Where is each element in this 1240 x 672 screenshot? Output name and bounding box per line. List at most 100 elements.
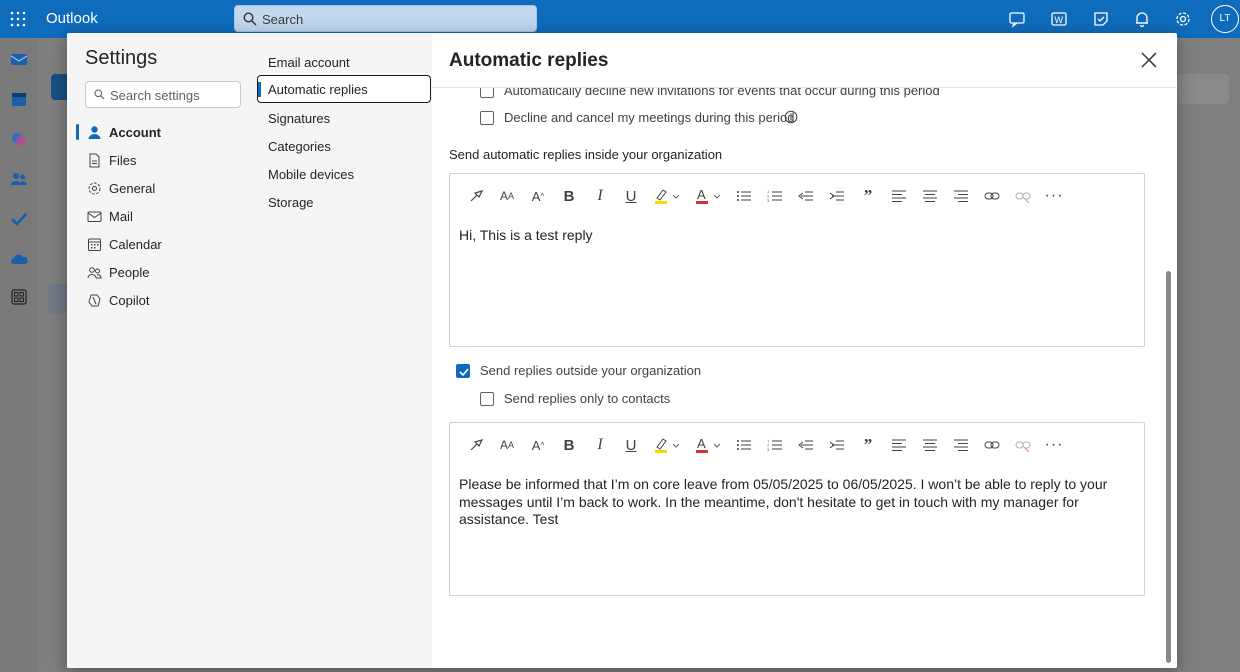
decrease-indent-icon[interactable] — [796, 186, 816, 206]
checkmark-icon — [459, 368, 469, 377]
font-color-icon[interactable]: A — [693, 435, 723, 455]
outside-org-checkbox[interactable] — [456, 364, 470, 378]
category-label: Files — [109, 153, 137, 168]
decrease-indent-icon[interactable] — [796, 435, 816, 455]
highlight-icon[interactable] — [652, 186, 682, 206]
gear-icon[interactable] — [1174, 10, 1192, 28]
outside-org-reply-editor[interactable]: AA A ^ B I U A 123 ” ··· Please be infor… — [449, 422, 1145, 596]
underline-icon[interactable]: U — [621, 435, 641, 455]
category-calendar[interactable]: Calendar — [85, 233, 245, 257]
close-icon[interactable] — [1140, 51, 1158, 69]
outside-org-message[interactable]: Please be informed that I’m on core leav… — [459, 476, 1129, 529]
my-day-icon[interactable] — [1092, 10, 1110, 28]
pane-scroll-area[interactable]: Automatically decline new invitations fo… — [432, 88, 1167, 668]
font-size-icon[interactable]: AA — [497, 186, 517, 206]
avatar[interactable]: LT — [1211, 5, 1239, 33]
bullets-icon[interactable] — [734, 186, 754, 206]
calendar-app-icon[interactable] — [10, 90, 28, 108]
more-apps-icon[interactable] — [10, 288, 28, 306]
meet-now-icon[interactable] — [1008, 10, 1026, 28]
category-general[interactable]: General — [85, 177, 245, 201]
category-people[interactable]: People — [85, 261, 245, 285]
category-account[interactable]: Account — [76, 121, 245, 145]
category-mail[interactable]: Mail — [85, 205, 245, 229]
bell-icon[interactable] — [1133, 10, 1151, 28]
background-folder — [48, 284, 68, 314]
link-icon[interactable] — [982, 186, 1002, 206]
highlight-icon[interactable] — [652, 435, 682, 455]
align-right-icon[interactable] — [951, 435, 971, 455]
mail-icon — [87, 211, 102, 222]
align-left-icon[interactable] — [889, 186, 909, 206]
align-right-icon[interactable] — [951, 186, 971, 206]
mail-app-icon[interactable] — [10, 50, 28, 68]
pane-scrollbar[interactable] — [1166, 271, 1171, 663]
format-painter-icon[interactable] — [466, 186, 486, 206]
quote-icon[interactable]: ” — [858, 186, 878, 206]
inside-org-message[interactable]: Hi, This is a test reply — [459, 227, 1129, 245]
unlink-icon[interactable] — [1013, 186, 1033, 206]
decline-cancel-checkbox[interactable] — [480, 111, 494, 125]
inside-org-label: Send automatic replies inside your organ… — [449, 147, 723, 162]
category-label: People — [109, 265, 150, 280]
contacts-only-checkbox[interactable] — [480, 392, 494, 406]
align-center-icon[interactable] — [920, 435, 940, 455]
increase-indent-icon[interactable] — [827, 186, 847, 206]
app-launcher-icon[interactable] — [10, 11, 26, 27]
align-left-icon[interactable] — [889, 435, 909, 455]
underline-icon[interactable]: U — [621, 186, 641, 206]
settings-title: Settings — [85, 47, 158, 69]
bullets-icon[interactable] — [734, 435, 754, 455]
svg-text:3: 3 — [767, 447, 770, 452]
search-placeholder: Search — [262, 12, 304, 27]
outside-org-checkbox-row[interactable]: Send replies outside your organization — [456, 363, 756, 383]
italic-icon[interactable]: I — [590, 435, 610, 455]
contacts-only-label: Send replies only to contacts — [504, 391, 671, 406]
align-center-icon[interactable] — [920, 186, 940, 206]
app-name[interactable]: Outlook — [46, 10, 98, 27]
increase-indent-icon[interactable] — [827, 435, 847, 455]
bold-icon[interactable]: B — [559, 186, 579, 206]
more-options-icon[interactable]: ··· — [1044, 186, 1064, 206]
subcategory-categories[interactable]: Categories — [257, 132, 432, 160]
category-copilot[interactable]: Copilot — [85, 289, 245, 313]
global-search-input[interactable]: Search — [234, 5, 537, 32]
subcategory-signatures[interactable]: Signatures — [257, 104, 432, 132]
subcategory-email-account[interactable]: Email account — [257, 48, 432, 76]
todo-app-icon[interactable] — [10, 210, 28, 228]
people-icon — [87, 267, 102, 279]
decline-cancel-checkbox-row[interactable]: Decline and cancel my meetings during th… — [480, 110, 880, 130]
unlink-icon[interactable] — [1013, 435, 1033, 455]
numbering-icon[interactable]: 123 — [765, 435, 785, 455]
decline-invitations-label: Automatically decline new invitations fo… — [504, 88, 940, 98]
people-app-icon[interactable] — [10, 170, 28, 188]
onedrive-app-icon[interactable] — [10, 250, 28, 268]
italic-icon[interactable]: I — [590, 186, 610, 206]
category-files[interactable]: Files — [85, 149, 245, 173]
copilot-app-icon[interactable] — [10, 130, 28, 148]
subcategory-storage[interactable]: Storage — [257, 188, 432, 216]
subcategory-mobile-devices[interactable]: Mobile devices — [257, 160, 432, 188]
info-icon[interactable] — [784, 110, 798, 124]
automatic-replies-pane: Automatic replies Automatically decline … — [432, 33, 1177, 668]
calendar-icon — [88, 238, 101, 251]
bold-icon[interactable]: B — [559, 435, 579, 455]
font-color-icon[interactable]: A — [693, 186, 723, 206]
contacts-only-checkbox-row[interactable]: Send replies only to contacts — [480, 391, 780, 411]
teams-icon[interactable]: W — [1050, 10, 1068, 28]
decline-invitations-checkbox[interactable] — [480, 88, 494, 98]
quote-icon[interactable]: ” — [858, 435, 878, 455]
subcategory-automatic-replies[interactable]: Automatic replies — [257, 75, 431, 103]
link-icon[interactable] — [982, 435, 1002, 455]
decline-invitations-checkbox-row[interactable]: Automatically decline new invitations fo… — [480, 88, 1080, 103]
inside-org-reply-editor[interactable]: AA A ^ B I U A 123 ” ··· Hi, This is a t… — [449, 173, 1145, 347]
subcategory-label: Storage — [268, 195, 314, 210]
settings-search-input[interactable]: Search settings — [85, 81, 241, 108]
numbering-icon[interactable]: 123 — [765, 186, 785, 206]
grow-font-icon[interactable]: A ^ — [528, 435, 548, 455]
format-painter-icon[interactable] — [466, 435, 486, 455]
font-size-icon[interactable]: AA — [497, 435, 517, 455]
category-label: Calendar — [109, 237, 162, 252]
more-options-icon[interactable]: ··· — [1044, 435, 1064, 455]
grow-font-icon[interactable]: A ^ — [528, 186, 548, 206]
